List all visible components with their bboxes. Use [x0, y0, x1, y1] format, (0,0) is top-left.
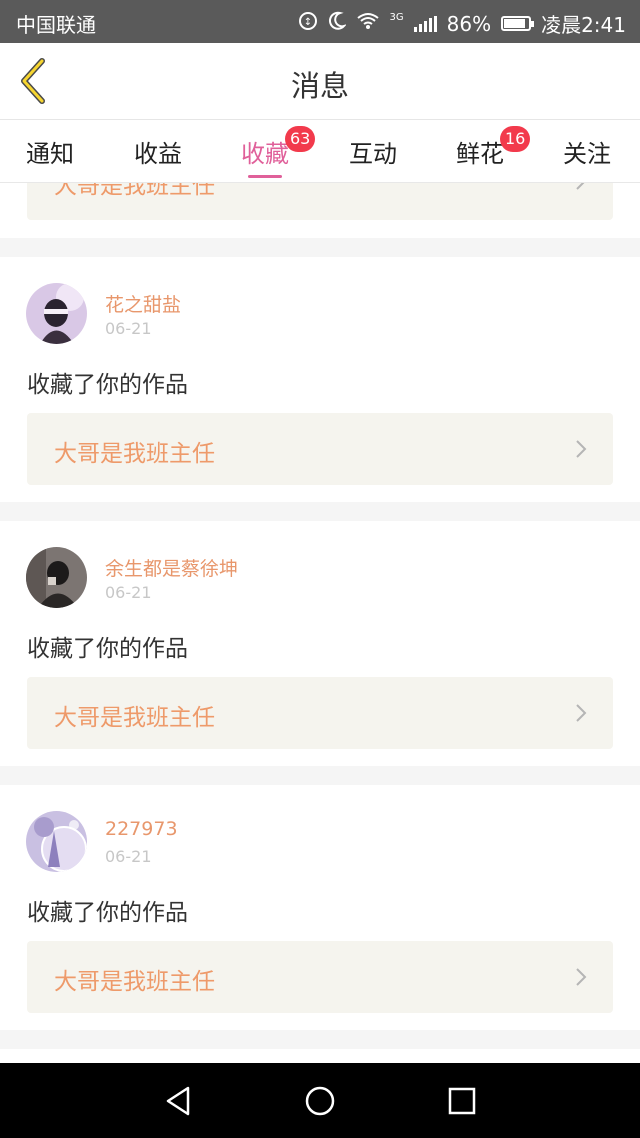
tab-favorites[interactable]: 收藏 63: [241, 126, 316, 178]
tab-flowers[interactable]: 鲜花 16: [456, 126, 531, 169]
battery-percent: 86%: [446, 11, 492, 36]
tab-label: 鲜花: [456, 140, 504, 168]
home-circle-icon[interactable]: [302, 1083, 338, 1119]
username[interactable]: 227973: [105, 818, 178, 840]
data-saver-icon: ↕: [298, 11, 318, 36]
username[interactable]: 花之甜盐: [105, 290, 181, 317]
work-title: 大哥是我班主任: [54, 441, 215, 467]
list-item: [0, 1049, 640, 1063]
chevron-right-icon: [576, 968, 587, 986]
avatar[interactable]: [26, 283, 87, 344]
activity-text: 收藏了你的作品: [27, 636, 188, 662]
list-item: 大哥是我班主任: [0, 183, 640, 238]
recents-square-icon[interactable]: [444, 1083, 480, 1119]
page-title: 消息: [290, 69, 349, 103]
favorites-feed[interactable]: 大哥是我班主任 花之甜盐 06-21 收藏了你的作品 大哥是我班主任 余生都是蔡…: [0, 183, 640, 1063]
status-bar: 中国联通 ↕ 3G 86% 凌晨2:41: [0, 0, 640, 43]
header: 消息: [0, 43, 640, 120]
flowers-count-badge: 16: [500, 126, 531, 152]
tab-bar: 通知 收益 收藏 63 互动 鲜花 16 关注: [0, 120, 640, 183]
moon-icon: [328, 11, 347, 36]
activity-text: 收藏了你的作品: [27, 372, 188, 398]
avatar[interactable]: [26, 547, 87, 608]
tab-label: 互动: [349, 140, 397, 168]
work-link[interactable]: 大哥是我班主任: [27, 413, 613, 485]
tab-interactions[interactable]: 互动: [349, 134, 397, 169]
work-title: 大哥是我班主任: [54, 705, 215, 731]
signal-icon: [413, 15, 437, 32]
chevron-right-icon: [576, 183, 585, 190]
tab-label: 收藏: [241, 140, 289, 168]
tab-notifications[interactable]: 通知: [26, 134, 74, 169]
system-nav-bar: [0, 1063, 640, 1138]
favorites-count-badge: 63: [285, 126, 316, 152]
svg-text:↕: ↕: [303, 17, 311, 28]
tab-label: 关注: [563, 140, 611, 168]
username[interactable]: 余生都是蔡徐坤: [105, 554, 238, 581]
work-link[interactable]: 大哥是我班主任: [27, 941, 613, 1013]
timestamp: 06-21: [105, 583, 152, 602]
network-type-label: 3G: [389, 11, 404, 23]
tab-earnings[interactable]: 收益: [134, 134, 182, 169]
active-tab-indicator: [248, 175, 282, 178]
tab-following[interactable]: 关注: [563, 134, 611, 169]
clock: 凌晨2:41: [541, 13, 626, 37]
work-link[interactable]: 大哥是我班主任: [27, 677, 613, 749]
back-triangle-icon[interactable]: [160, 1083, 196, 1119]
work-title: 大哥是我班主任: [54, 183, 215, 199]
avatar[interactable]: [26, 811, 87, 872]
work-link[interactable]: 大哥是我班主任: [27, 183, 613, 220]
wifi-icon: [356, 12, 380, 35]
tab-label: 收益: [134, 140, 182, 168]
battery-icon: [501, 16, 535, 31]
list-item: 余生都是蔡徐坤 06-21 收藏了你的作品 大哥是我班主任: [0, 521, 640, 766]
activity-text: 收藏了你的作品: [27, 900, 188, 926]
timestamp: 06-21: [105, 319, 152, 338]
work-title: 大哥是我班主任: [54, 969, 215, 995]
chevron-right-icon: [576, 440, 587, 458]
list-item: 227973 06-21 收藏了你的作品 大哥是我班主任: [0, 785, 640, 1030]
carrier-label: 中国联通: [16, 13, 96, 37]
list-item: 花之甜盐 06-21 收藏了你的作品 大哥是我班主任: [0, 257, 640, 502]
timestamp: 06-21: [105, 847, 152, 866]
tab-label: 通知: [26, 140, 74, 168]
chevron-right-icon: [576, 704, 587, 722]
